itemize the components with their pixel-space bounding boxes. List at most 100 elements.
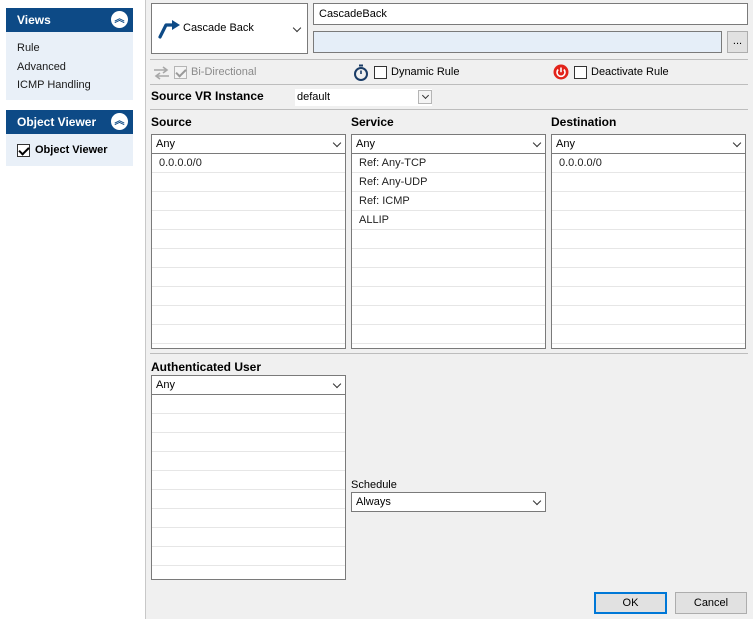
list-item-empty: [352, 287, 545, 306]
chevron-down-icon: [532, 496, 542, 506]
schedule-select[interactable]: Always: [351, 492, 546, 512]
list-item-empty: [152, 268, 345, 287]
browse-button[interactable]: ...: [727, 31, 748, 53]
divider: [150, 84, 748, 85]
service-select[interactable]: Any: [351, 134, 546, 154]
chevron-down-icon: [732, 138, 742, 148]
list-item-empty: [552, 325, 745, 344]
destination-select[interactable]: Any: [551, 134, 746, 154]
list-item-empty: [352, 306, 545, 325]
collapse-icon[interactable]: ︽: [111, 113, 128, 130]
list-item-empty: [552, 306, 745, 325]
service-list[interactable]: Ref: Any-TCP Ref: Any-UDP Ref: ICMP ALLI…: [351, 153, 546, 349]
list-item-empty: [152, 490, 345, 509]
bidirectional-checkbox[interactable]: [174, 66, 187, 79]
divider: [150, 109, 748, 110]
list-item-empty: [152, 192, 345, 211]
list-item[interactable]: Ref: Any-UDP: [352, 173, 545, 192]
chevron-down-icon: [292, 23, 302, 33]
object-viewer-panel-header[interactable]: Object Viewer ︽: [6, 110, 133, 134]
chevron-down-icon: [332, 379, 342, 389]
left-navigation-pane: Views ︽ Rule Advanced ICMP Handling Obje…: [0, 0, 146, 619]
rule-type-selector[interactable]: Cascade Back: [151, 3, 308, 54]
service-label: Service: [351, 115, 394, 129]
divider: [150, 353, 748, 354]
power-icon: [553, 64, 569, 80]
list-item-empty: [552, 268, 745, 287]
list-item-empty: [152, 528, 345, 547]
authenticated-user-select[interactable]: Any: [151, 375, 346, 395]
list-item[interactable]: 0.0.0.0/0: [152, 154, 345, 173]
rule-type-label: Cascade Back: [183, 22, 254, 34]
dynamic-rule-label: Dynamic Rule: [391, 66, 460, 78]
authenticated-user-selected: Any: [156, 379, 175, 391]
list-item-empty: [152, 452, 345, 471]
destination-label: Destination: [551, 115, 617, 129]
list-item-empty: [152, 211, 345, 230]
source-vr-label: Source VR Instance: [151, 89, 264, 103]
nav-link-rule[interactable]: Rule: [17, 42, 40, 54]
schedule-label: Schedule: [351, 479, 397, 491]
list-item-empty: [352, 249, 545, 268]
source-selected: Any: [156, 138, 175, 150]
chevron-down-icon: [421, 91, 430, 100]
list-item-empty: [152, 433, 345, 452]
schedule-value: Always: [356, 496, 391, 508]
list-item[interactable]: 0.0.0.0/0: [552, 154, 745, 173]
list-item-empty: [352, 268, 545, 287]
list-item-empty: [352, 230, 545, 249]
object-viewer-panel-body: Object Viewer: [6, 134, 133, 166]
collapse-icon[interactable]: ︽: [111, 11, 128, 28]
destination-selected: Any: [556, 138, 575, 150]
list-item-empty: [152, 306, 345, 325]
nav-link-icmp-handling[interactable]: ICMP Handling: [17, 79, 91, 91]
list-item[interactable]: ALLIP: [352, 211, 545, 230]
list-item-empty: [552, 249, 745, 268]
list-item-empty: [152, 287, 345, 306]
nav-link-advanced[interactable]: Advanced: [17, 61, 66, 73]
deactivate-rule-checkbox[interactable]: [574, 66, 587, 79]
chevron-down-icon: [332, 138, 342, 148]
list-item[interactable]: Ref: Any-TCP: [352, 154, 545, 173]
list-item-empty: [552, 230, 745, 249]
rule-name-input[interactable]: CascadeBack: [313, 3, 748, 25]
service-selected: Any: [356, 138, 375, 150]
list-item-empty: [552, 287, 745, 306]
dynamic-rule-checkbox[interactable]: [374, 66, 387, 79]
list-item-empty: [352, 325, 545, 344]
source-list[interactable]: 0.0.0.0/0: [151, 153, 346, 349]
source-label: Source: [151, 115, 192, 129]
source-vr-select[interactable]: default: [295, 89, 432, 106]
bidirectional-arrows-icon: [154, 66, 169, 80]
list-item-empty: [152, 249, 345, 268]
list-item-empty: [152, 230, 345, 249]
list-item-empty: [152, 414, 345, 433]
source-vr-dropdown-button[interactable]: [418, 90, 432, 104]
list-item-empty: [152, 471, 345, 490]
list-item-empty: [152, 509, 345, 528]
list-item-empty: [152, 325, 345, 344]
bidirectional-label: Bi-Directional: [191, 66, 257, 78]
object-viewer-panel-title: Object Viewer: [17, 115, 97, 129]
destination-list[interactable]: 0.0.0.0/0: [551, 153, 746, 349]
list-item-empty: [552, 211, 745, 230]
views-panel-title: Views: [17, 13, 51, 27]
views-panel-body: Rule Advanced ICMP Handling: [6, 32, 133, 100]
source-select[interactable]: Any: [151, 134, 346, 154]
object-viewer-checkbox[interactable]: [17, 144, 30, 157]
authenticated-user-label: Authenticated User: [151, 360, 262, 374]
stopwatch-icon: [354, 64, 368, 81]
deactivate-rule-label: Deactivate Rule: [591, 66, 669, 78]
list-item-empty: [152, 395, 345, 414]
ok-button[interactable]: OK: [594, 592, 667, 614]
source-vr-value: default: [297, 91, 331, 103]
divider: [150, 59, 748, 60]
object-viewer-checkbox-label: Object Viewer: [35, 144, 108, 156]
list-item[interactable]: Ref: ICMP: [352, 192, 545, 211]
views-panel-header[interactable]: Views ︽: [6, 8, 133, 32]
authenticated-user-list[interactable]: [151, 394, 346, 580]
cascade-back-icon: [158, 20, 180, 39]
list-item-empty: [152, 173, 345, 192]
cancel-button[interactable]: Cancel: [675, 592, 747, 614]
rule-description-input[interactable]: [313, 31, 722, 53]
